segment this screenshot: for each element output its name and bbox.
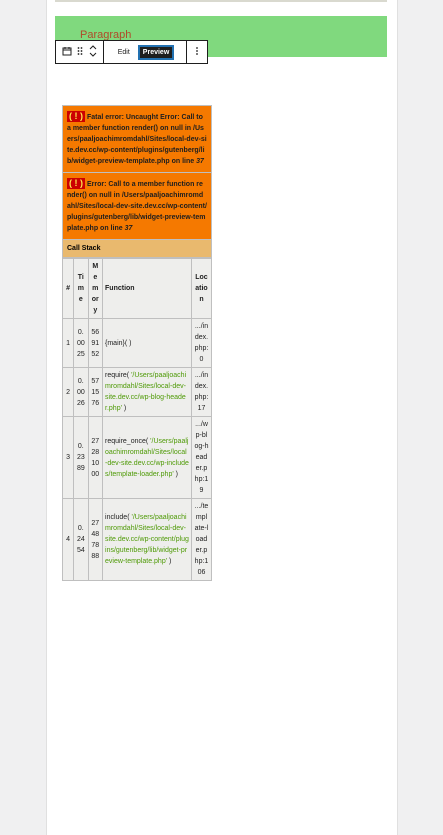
fatal-error-message: ( ! ) Fatal error: Uncaught Error: Call t… [62, 105, 212, 173]
table-row: 1 0.0025 569152 {main}( ) .../index.php:… [61, 318, 213, 368]
edit-button[interactable]: Edit [113, 49, 135, 56]
error-badge: ( ! ) [67, 178, 85, 189]
calendar-icon[interactable] [62, 46, 72, 59]
error-badge: ( ! ) [67, 111, 85, 122]
edit-preview-group: Edit Preview [104, 41, 187, 63]
more-options-icon[interactable] [195, 46, 199, 59]
move-up-down-icon[interactable] [89, 44, 97, 61]
drag-handle-icon[interactable] [77, 46, 83, 59]
table-row: 3 0.2389 27281000 require_once( '/Users/… [61, 416, 213, 499]
call-stack-table: # Time Memory Function Location 1 0.0025… [61, 258, 213, 581]
block-toolbar: Edit Preview [55, 40, 208, 64]
block-mover-group [56, 41, 104, 63]
table-header-row: # Time Memory Function Location [61, 258, 213, 319]
call-stack-title: Call Stack [62, 240, 212, 258]
table-row: 2 0.0026 571576 require( '/Users/paaljoa… [61, 367, 213, 417]
table-row: 4 0.2454 27487888 include( '/Users/paalj… [61, 498, 213, 581]
separator [55, 0, 387, 2]
options-group [187, 46, 207, 59]
widget-preview-error: ( ! ) Fatal error: Uncaught Error: Call t… [61, 105, 213, 581]
error-message: ( ! ) Error: Call to a member function re… [62, 173, 212, 240]
preview-button[interactable]: Preview [137, 44, 175, 60]
